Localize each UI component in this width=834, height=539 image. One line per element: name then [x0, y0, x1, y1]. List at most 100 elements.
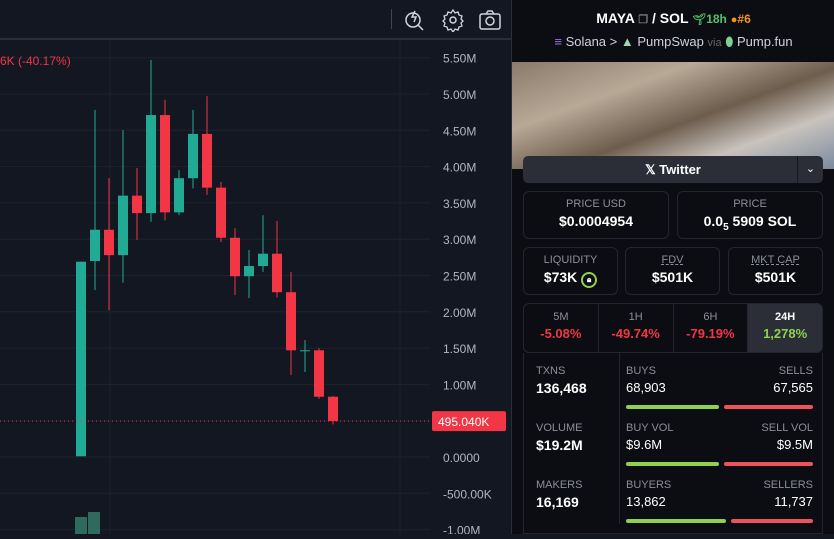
seedling-icon: 🌱︎: [692, 14, 707, 26]
y-tick-label: 2.00M: [443, 306, 476, 320]
txns-sell-value: 67,565: [773, 380, 813, 395]
fdv-value: $501K: [651, 269, 694, 285]
txns-label: TXNS: [536, 365, 566, 377]
price-chart[interactable]: 5.50M 5.00M 4.50M 4.00M 3.50M 3.00M 2.50M 2.00M…: [0, 0, 511, 538]
quick-search-icon[interactable]: [403, 8, 427, 32]
market-cap-box: MKT CAP $501K: [728, 247, 823, 295]
tab-5m[interactable]: 5M -5.08%: [524, 304, 599, 352]
twitter-label: Twitter: [659, 162, 701, 177]
y-tick-label: 3.00M: [443, 233, 476, 247]
fdv-label: FDV: [661, 254, 684, 266]
stats-row-makers: MAKERS 16,169 BUYERS 13,862 SELLERS 11,737: [524, 467, 824, 525]
makers-buy-label: BUYERS: [626, 479, 672, 491]
makers-sell-label: SELLERS: [763, 479, 813, 491]
liquidity-box: LIQUIDITY $73K 🔒︎: [523, 247, 618, 295]
market-cap-label: MKT CAP: [751, 254, 800, 266]
candle-body: [132, 195, 142, 214]
socials-dropdown-chevron-icon[interactable]: ⌄: [797, 156, 823, 183]
candle-body: [146, 115, 156, 214]
chain-link[interactable]: Solana: [566, 34, 606, 49]
chevron-right-icon: >: [609, 34, 618, 49]
y-tick-label: 1.50M: [443, 342, 476, 356]
solana-icon: ≡: [554, 34, 562, 49]
txns-value: 136,468: [536, 380, 587, 396]
price-usd-box: PRICE USD $0.0004954: [523, 191, 669, 239]
via-label: via: [707, 37, 722, 49]
timeframe-tabs: 5M -5.08% 1H -49.74% 6H -79.19% 24H 1,278%: [523, 303, 823, 353]
y-tick-label: -500.00K: [443, 487, 492, 501]
txns-sell-bar: [724, 405, 813, 409]
candle-body: [202, 133, 212, 188]
volume-label: VOLUME: [536, 422, 583, 434]
volume-buy-bar: [626, 462, 719, 466]
camera-icon[interactable]: [478, 8, 502, 32]
y-tick-label: 0.0000: [443, 451, 480, 465]
price-sol-label: PRICE: [733, 198, 767, 210]
volume-value: $19.2M: [536, 437, 583, 453]
liquidity-label: LIQUIDITY: [543, 254, 598, 266]
volume-buy-label: BUY VOL: [626, 422, 674, 434]
makers-value: 16,169: [536, 494, 579, 510]
candlestick-chart[interactable]: 5.50M 5.00M 4.50M 4.00M 3.50M 3.00M 2.50M 2.00M…: [0, 0, 511, 538]
candle-body: [286, 292, 296, 351]
pair-separator: /: [652, 10, 656, 26]
candle-body: [104, 229, 114, 256]
txns-buy-bar: [626, 405, 719, 409]
base-token: MAYA: [596, 10, 635, 26]
candle-body: [216, 187, 226, 238]
candle-body: [76, 261, 86, 457]
price-usd-value: $0.0004954: [559, 213, 633, 229]
gear-icon[interactable]: [441, 8, 465, 32]
volume-buy-value: $9.6M: [626, 437, 663, 452]
pair-age: 18h: [706, 12, 727, 26]
y-tick-label: 2.50M: [443, 270, 476, 284]
candle-body: [258, 253, 268, 267]
y-tick-label: 5.50M: [443, 52, 476, 66]
twitter-button[interactable]: 𝕏 Twitter: [523, 156, 823, 183]
y-tick-label: 3.50M: [443, 197, 476, 211]
stats-row-txns: TXNS 136,468 BUYS 68,903 SELLS 67,565: [524, 353, 824, 411]
pair-title: MAYA ❐ / SOL 🌱︎18h ●#6: [512, 10, 834, 26]
candle-body: [188, 133, 198, 179]
price-usd-label: PRICE USD: [566, 198, 626, 210]
volume-sell-value: $9.5M: [776, 437, 813, 452]
makers-sell-value: 11,737: [774, 494, 813, 509]
candle-body: [90, 229, 100, 261]
volume-bar: [75, 517, 87, 534]
txns-sell-label: SELLS: [778, 365, 813, 377]
tab-6h[interactable]: 6H -79.19%: [674, 304, 749, 352]
candle-body: [244, 266, 254, 277]
candle-body: [174, 178, 184, 213]
dex-link[interactable]: PumpSwap: [637, 34, 703, 49]
candle-body: [118, 195, 128, 256]
price-change-legend: 6K (-40.17%): [0, 54, 71, 68]
makers-label: MAKERS: [536, 479, 583, 491]
pumpswap-icon: ▲: [620, 34, 634, 49]
pill-icon: ⬮: [725, 34, 734, 49]
stats-row-volume: VOLUME $19.2M BUY VOL $9.6M SELL VOL $9.5M: [524, 410, 824, 468]
breadcrumb: ≡ Solana > ▲ PumpSwap via ⬮ Pump.fun: [512, 34, 834, 50]
chart-toolbar: [0, 0, 511, 40]
y-tick-label: 4.00M: [443, 161, 476, 175]
x-icon: 𝕏: [645, 162, 660, 177]
txns-buy-value: 68,903: [626, 380, 666, 395]
copy-icon[interactable]: ❐: [638, 14, 648, 26]
y-tick-label: 1.00M: [443, 378, 476, 392]
y-tick-label: -1.00M: [443, 524, 480, 534]
market-cap-value: $501K: [754, 269, 797, 285]
candle-body: [328, 396, 338, 422]
tab-1h[interactable]: 1H -49.74%: [599, 304, 674, 352]
last-price-label: 495.040K: [438, 415, 489, 429]
toolbar-divider: [391, 9, 392, 29]
candle-body: [314, 350, 324, 397]
trending-rank: #6: [737, 12, 751, 26]
txns-buy-label: BUYS: [626, 365, 656, 377]
candle-body: [160, 115, 170, 213]
volume-sell-bar: [724, 462, 813, 466]
stats-table: TXNS 136,468 BUYS 68,903 SELLS 67,565 VOLUM…: [523, 353, 823, 534]
candle-body: [272, 253, 282, 293]
launchpad-link[interactable]: Pump.fun: [737, 34, 793, 49]
volume-bar: [88, 512, 100, 534]
quote-token: SOL: [659, 10, 689, 26]
tab-24h[interactable]: 24H 1,278%: [748, 304, 822, 352]
